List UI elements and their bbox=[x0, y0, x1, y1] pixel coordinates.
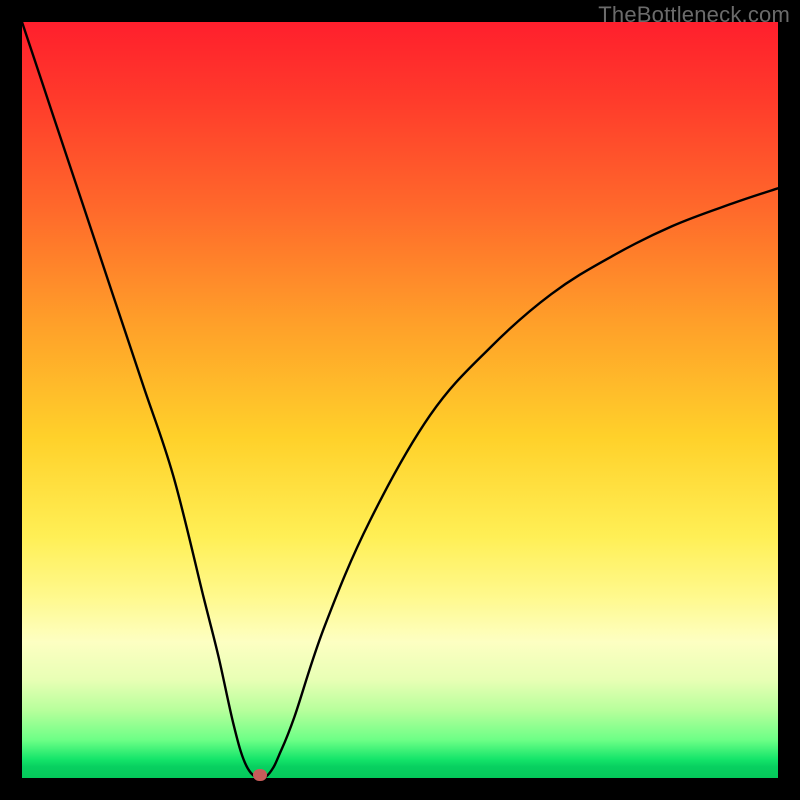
plot-area bbox=[22, 22, 778, 778]
chart-frame: TheBottleneck.com bbox=[0, 0, 800, 800]
watermark-text: TheBottleneck.com bbox=[598, 2, 790, 28]
bottleneck-curve bbox=[22, 22, 778, 778]
minimum-marker bbox=[253, 769, 267, 781]
